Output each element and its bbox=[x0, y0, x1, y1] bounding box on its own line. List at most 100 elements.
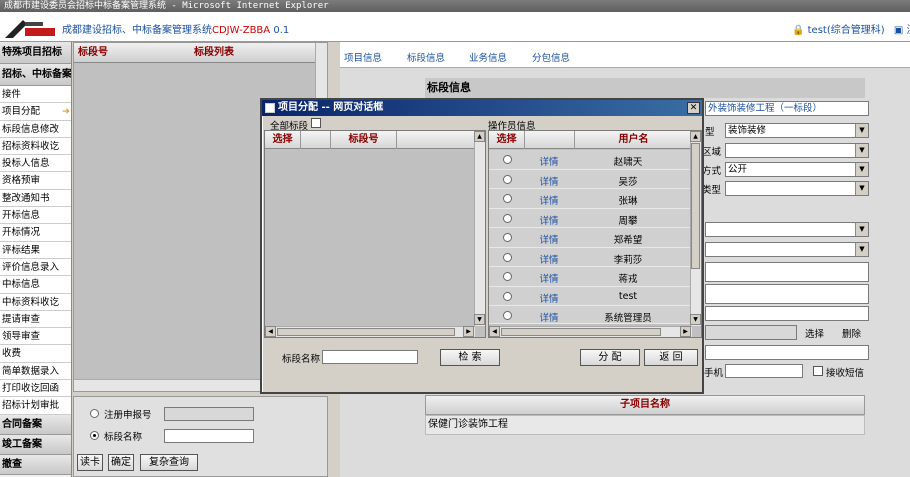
list-item[interactable]: 详情 赵啸天 bbox=[489, 150, 692, 170]
detail-link[interactable]: 详情 bbox=[525, 232, 573, 246]
section-vscroll[interactable]: ▲ ▼ bbox=[474, 131, 485, 326]
sidebar-item[interactable]: 评标结果 bbox=[0, 241, 71, 259]
sidebar-item[interactable]: 开标信息 bbox=[0, 207, 71, 225]
section-name-input[interactable] bbox=[164, 429, 254, 443]
scroll-up-icon[interactable]: ▲ bbox=[690, 131, 701, 142]
detail-link[interactable]: 详情 bbox=[525, 252, 573, 266]
scroll-left-icon[interactable]: ◀ bbox=[489, 326, 500, 337]
type-select[interactable]: 装饰装修 ▼ bbox=[725, 123, 869, 138]
scroll-thumb[interactable] bbox=[691, 143, 700, 269]
tab-business-info[interactable]: 业务信息 bbox=[469, 50, 507, 64]
dialog-section-name-input[interactable] bbox=[322, 350, 418, 364]
user-radio[interactable] bbox=[503, 194, 512, 203]
list-item[interactable]: 详情 周攀 bbox=[489, 208, 692, 228]
detail-link[interactable]: 详情 bbox=[525, 174, 573, 188]
sidebar-item[interactable]: 收费 bbox=[0, 345, 71, 363]
list-item[interactable]: 详情 系统管理员 bbox=[489, 306, 692, 324]
sidebar-item[interactable]: 评价信息录入 bbox=[0, 258, 71, 277]
operator-hscroll[interactable]: ◀ ▶ bbox=[489, 326, 692, 337]
select-link[interactable]: 选择 bbox=[805, 326, 824, 340]
section-hscroll[interactable]: ◀ ▶ bbox=[265, 326, 475, 337]
read-card-button[interactable]: 读卡 bbox=[77, 454, 103, 471]
sidebar-section-contract[interactable]: 合同备案 bbox=[0, 414, 71, 435]
dropdown-b[interactable]: ▼ bbox=[705, 242, 869, 257]
scroll-left-icon[interactable]: ◀ bbox=[265, 326, 276, 337]
logout-link[interactable]: 注销 bbox=[906, 25, 910, 36]
list-item[interactable]: 详情 李莉莎 bbox=[489, 247, 692, 267]
detail-link[interactable]: 详情 bbox=[525, 213, 573, 227]
scroll-right-icon[interactable]: ▶ bbox=[680, 326, 691, 337]
close-icon[interactable]: ✕ bbox=[687, 102, 700, 114]
sidebar-section-audit[interactable]: 撤查 bbox=[0, 454, 71, 475]
user-radio[interactable] bbox=[503, 233, 512, 242]
sidebar-item[interactable]: 领导审查 bbox=[0, 328, 71, 346]
tab-project-info[interactable]: 项目信息 bbox=[344, 50, 382, 64]
user-radio[interactable] bbox=[503, 155, 512, 164]
project-name-field[interactable]: 外装饰装修工程（一标段） bbox=[705, 101, 869, 116]
scroll-up-icon[interactable]: ▲ bbox=[474, 131, 485, 142]
sidebar-item[interactable]: 简单数据录入 bbox=[0, 362, 71, 381]
section-name-radio[interactable] bbox=[90, 431, 99, 440]
scroll-thumb[interactable] bbox=[277, 328, 455, 336]
mobile-input[interactable] bbox=[725, 364, 803, 378]
delete-link[interactable]: 删除 bbox=[842, 326, 861, 340]
sidebar-item[interactable]: 中标信息 bbox=[0, 276, 71, 294]
scroll-down-icon[interactable]: ▼ bbox=[474, 314, 485, 325]
user-radio[interactable] bbox=[503, 272, 512, 281]
register-no-radio[interactable] bbox=[90, 409, 99, 418]
complex-query-button[interactable]: 复杂查询 bbox=[140, 454, 198, 471]
ok-button[interactable]: 确定 bbox=[108, 454, 134, 471]
sidebar-section-special[interactable]: 特殊项目招标 bbox=[0, 42, 71, 64]
operator-vscroll[interactable]: ▲ ▼ bbox=[690, 131, 701, 326]
register-no-input[interactable] bbox=[164, 407, 254, 421]
list-item[interactable]: 详情 郑希望 bbox=[489, 228, 692, 248]
detail-link[interactable]: 详情 bbox=[525, 154, 573, 168]
sms-checkbox[interactable] bbox=[813, 366, 823, 376]
table-row[interactable]: 保健门诊装饰工程 bbox=[425, 415, 865, 435]
detail-link[interactable]: 详情 bbox=[525, 310, 573, 324]
sidebar-section-completion[interactable]: 竣工备案 bbox=[0, 434, 71, 455]
detail-link[interactable]: 详情 bbox=[525, 271, 573, 285]
type2-select[interactable]: ▼ bbox=[725, 181, 869, 196]
text-field-c[interactable] bbox=[705, 306, 869, 321]
assign-button[interactable]: 分 配 bbox=[580, 349, 640, 366]
tab-section-info[interactable]: 标段信息 bbox=[407, 50, 445, 64]
sidebar-item[interactable]: 提请审查 bbox=[0, 310, 71, 329]
user-radio[interactable] bbox=[503, 213, 512, 223]
sidebar-item[interactable]: 开标情况 bbox=[0, 224, 71, 242]
sidebar-section-bidding[interactable]: 招标、中标备案 bbox=[0, 64, 71, 86]
list-item[interactable]: 详情 张琳 bbox=[489, 189, 692, 209]
sidebar-item[interactable]: 整改通知书 bbox=[0, 189, 71, 208]
sidebar-item[interactable]: 中标资料收讫 bbox=[0, 293, 71, 311]
sidebar-item[interactable]: 投标人信息 bbox=[0, 155, 71, 173]
sidebar-item[interactable]: 招标计划审批 bbox=[0, 397, 71, 415]
user-radio[interactable] bbox=[503, 291, 512, 301]
all-sections-checkbox[interactable] bbox=[311, 118, 321, 128]
text-field-d[interactable] bbox=[705, 345, 869, 360]
sidebar-item-active[interactable]: 项目分配 ➜ bbox=[0, 103, 71, 121]
list-item[interactable]: 详情 吴莎 bbox=[489, 169, 692, 189]
sidebar-item[interactable]: 打印收讫回函 bbox=[0, 380, 71, 398]
detail-link[interactable]: 详情 bbox=[525, 291, 573, 305]
method-select[interactable]: 公开 ▼ bbox=[725, 162, 869, 177]
scroll-thumb[interactable] bbox=[501, 328, 661, 336]
list-item[interactable]: 详情 蒋戎 bbox=[489, 267, 692, 287]
current-user[interactable]: test(综合管理科) bbox=[808, 25, 885, 36]
list-item[interactable]: 详情 test bbox=[489, 286, 692, 306]
user-radio[interactable] bbox=[503, 252, 512, 262]
sidebar-item[interactable]: 招标资料收讫 bbox=[0, 137, 71, 156]
sidebar-item[interactable]: 标段信息修改 bbox=[0, 120, 71, 138]
detail-link[interactable]: 详情 bbox=[525, 193, 573, 207]
dropdown-a[interactable]: ▼ bbox=[705, 222, 869, 237]
sidebar-item[interactable]: 接件 bbox=[0, 86, 71, 104]
back-button[interactable]: 返 回 bbox=[644, 349, 698, 366]
search-button[interactable]: 检 索 bbox=[440, 349, 500, 366]
scroll-down-icon[interactable]: ▼ bbox=[690, 314, 701, 325]
region-select[interactable]: ▼ bbox=[725, 143, 869, 158]
tab-subcontract-info[interactable]: 分包信息 bbox=[532, 50, 570, 64]
sidebar-item[interactable]: 资格预审 bbox=[0, 172, 71, 190]
user-radio[interactable] bbox=[503, 311, 512, 320]
scroll-right-icon[interactable]: ▶ bbox=[463, 326, 474, 337]
textarea-a[interactable] bbox=[705, 262, 869, 282]
textarea-b[interactable] bbox=[705, 284, 869, 304]
